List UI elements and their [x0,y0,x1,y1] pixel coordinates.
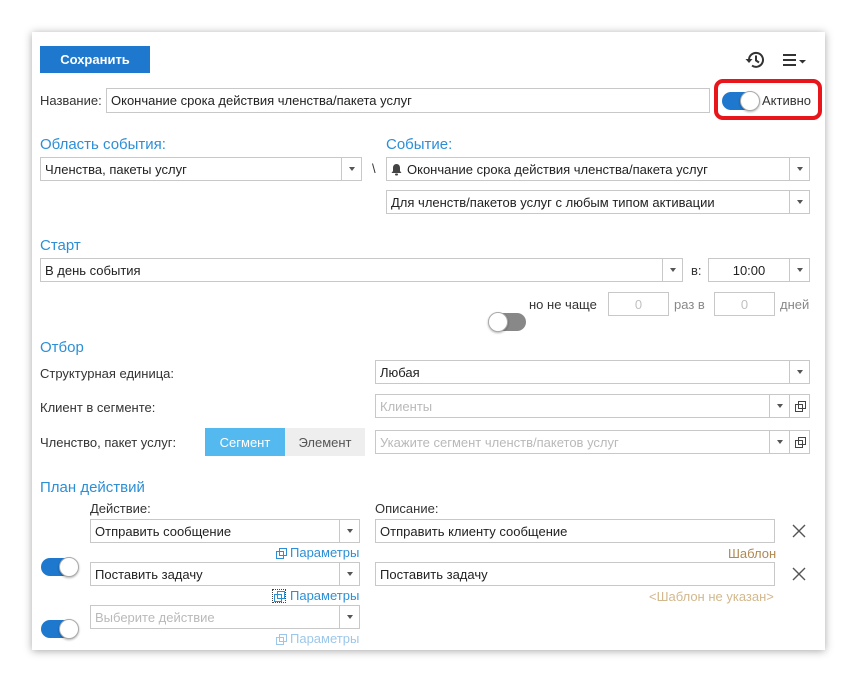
bell-icon [391,163,402,175]
open-window-icon [276,633,287,645]
history-icon[interactable] [744,49,766,71]
unit-label: Структурная единица: [40,366,175,381]
active-label: Активно [762,93,812,108]
event-area-value: Членства, пакеты услуг [45,161,187,177]
chevron-down-icon[interactable] [789,191,809,213]
close-icon[interactable] [790,522,808,540]
menu-icon[interactable] [781,51,809,69]
chevron-down-icon[interactable] [339,520,359,542]
client-label: Клиент в сегменте: [40,400,156,415]
open-window-icon [276,547,287,559]
event-separator: \ [372,161,376,176]
chevron-down-icon[interactable] [662,259,682,281]
membership-select[interactable]: Укажите сегмент членств/пакетов услуг [375,430,810,454]
event-activation-value: Для членств/пакетов услуг с любым типом … [391,194,715,210]
action-select[interactable]: Поставить задачу [90,562,360,586]
element-tab[interactable]: Элемент [285,428,365,456]
params-link[interactable]: Параметры [272,588,359,603]
name-label: Название: [40,93,102,108]
days-input[interactable]: 0 [714,292,775,316]
action-toggle[interactable] [41,557,79,577]
new-action-placeholder: Выберите действие [95,609,215,625]
membership-label: Членство, пакет услуг: [40,435,177,450]
start-time-value: 10:00 [732,262,766,278]
event-select[interactable]: Окончание срока действия членства/пакета… [386,157,810,181]
event-value: Окончание срока действия членства/пакета… [407,161,708,177]
chevron-down-icon[interactable] [769,431,789,453]
settings-card: Сохранить Название: Окончание срока дейс… [32,32,825,650]
unit-select[interactable]: Любая [375,360,810,384]
save-button[interactable]: Сохранить [40,46,150,73]
open-window-icon[interactable] [789,431,809,453]
times-label: раз в [674,297,705,312]
event-title: Событие: [386,136,453,153]
params-link[interactable]: Параметры [276,545,359,560]
action-select[interactable]: Отправить сообщение [90,519,360,543]
chevron-down-icon[interactable] [339,606,359,628]
open-window-icon[interactable] [789,395,809,417]
start-select[interactable]: В день события [40,258,683,282]
start-at-label: в: [691,263,702,278]
template-link[interactable]: <Шаблон не указан> [649,589,774,604]
action-value: Отправить сообщение [95,523,232,539]
close-icon[interactable] [790,565,808,583]
limit-toggle[interactable] [488,312,526,332]
action-toggle[interactable] [41,619,79,639]
client-placeholder: Клиенты [380,398,433,414]
membership-placeholder: Укажите сегмент членств/пакетов услуг [380,434,619,450]
chevron-down-icon[interactable] [789,361,809,383]
times-input[interactable]: 0 [608,292,669,316]
days-label: дней [780,297,810,312]
event-activation-select[interactable]: Для членств/пакетов услуг с любым типом … [386,190,810,214]
start-value: В день события [45,262,141,278]
segment-tab[interactable]: Сегмент [205,428,285,456]
params-link: Параметры [276,631,359,646]
client-select[interactable]: Клиенты [375,394,810,418]
start-time-select[interactable]: 10:00 [708,258,810,282]
chevron-down-icon[interactable] [339,563,359,585]
chevron-down-icon[interactable] [789,259,809,281]
event-area-title: Область события: [40,136,166,153]
chevron-down-icon[interactable] [789,158,809,180]
action-value: Поставить задачу [95,566,203,582]
description-header: Описание: [375,501,439,516]
open-window-icon [274,590,285,602]
start-title: Старт [40,237,81,254]
action-header: Действие: [90,501,151,516]
new-action-select[interactable]: Выберите действие [90,605,360,629]
chevron-down-icon[interactable] [769,395,789,417]
limit-label: но не чаще [529,297,597,312]
description-input[interactable]: Поставить задачу [375,562,775,586]
description-input[interactable]: Отправить клиенту сообщение [375,519,775,543]
unit-value: Любая [380,364,420,380]
active-toggle[interactable] [722,91,760,111]
name-input[interactable]: Окончание срока действия членства/пакета… [106,88,710,113]
template-link[interactable]: Шаблон [728,546,776,561]
plan-title: План действий [40,479,145,496]
filter-title: Отбор [40,339,84,356]
chevron-down-icon[interactable] [341,158,361,180]
event-area-select[interactable]: Членства, пакеты услуг [40,157,362,181]
